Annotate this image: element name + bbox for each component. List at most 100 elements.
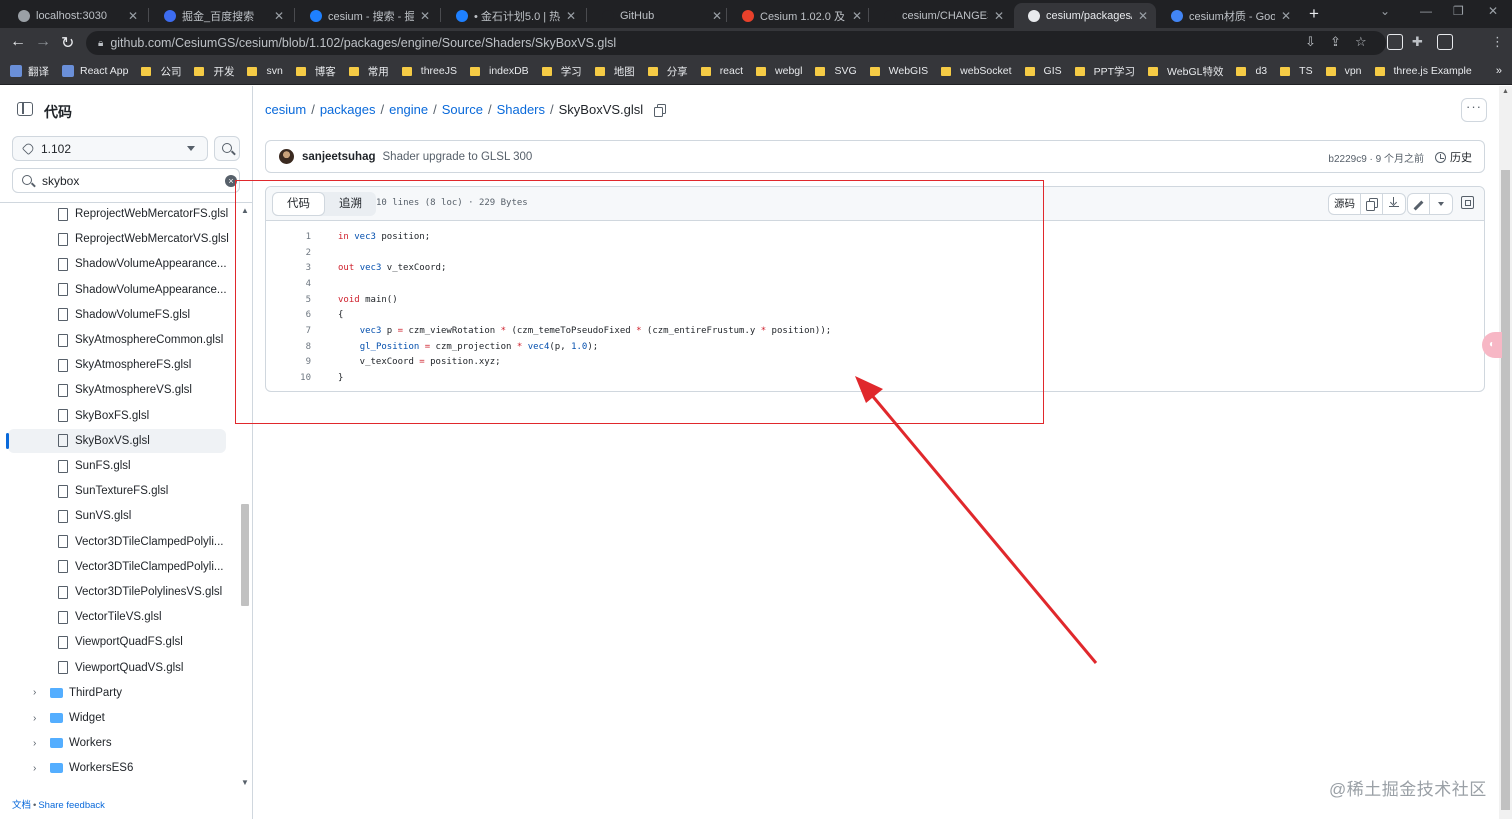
scroll-up-icon[interactable]: ▲ [1502,88,1509,95]
tree-folder[interactable]: › Widget [8,706,226,730]
tree-file[interactable]: SkyAtmosphereCommon.glsl [8,328,226,352]
browser-tab[interactable]: 掘金_百度搜索 ✕ [150,3,292,28]
close-tab-icon[interactable]: ✕ [566,9,576,23]
bookmark-item[interactable]: indexDB [469,65,529,77]
tree-file[interactable]: SkyBoxVS.glsl [6,428,226,453]
breadcrumb-link[interactable]: cesium [265,102,306,117]
bookmark-item[interactable]: 翻译 [10,64,49,79]
chevron-right-icon[interactable]: › [33,738,43,749]
close-tab-icon[interactable]: ✕ [994,9,1004,23]
bookmark-item[interactable]: PPT学习 [1074,64,1135,79]
close-window-icon[interactable]: ✕ [1488,4,1498,18]
extension-icon[interactable] [1387,34,1403,50]
bookmark-item[interactable]: react [700,65,743,77]
bookmark-item[interactable]: WebGIS [869,65,928,77]
tree-file[interactable]: SunFS.glsl [8,454,226,478]
url-text[interactable]: github.com/CesiumGS/cesium/blob/1.102/pa… [110,36,616,50]
tree-file[interactable]: ShadowVolumeAppearance... [8,278,227,302]
file-filter-input[interactable]: skybox × [12,168,240,193]
search-button[interactable] [214,136,240,161]
reload-icon[interactable]: ↻ [61,33,74,53]
chevron-right-icon[interactable]: › [33,687,43,698]
minimize-icon[interactable]: — [1420,4,1432,18]
close-tab-icon[interactable]: ✕ [128,9,138,23]
tree-file[interactable]: SkyBoxFS.glsl [8,404,226,428]
browser-tab[interactable]: GitHub ✕ [588,3,730,28]
bookmark-item[interactable]: webgl [756,65,802,77]
bookmark-item[interactable]: webSocket [941,65,1012,77]
commit-author[interactable]: sanjeetsuhag [302,151,376,163]
tree-file[interactable]: ReprojectWebMercatorVS.glsl [8,227,229,251]
close-tab-icon[interactable]: ✕ [852,9,862,23]
omnibox[interactable]: 🔒︎ github.com/CesiumGS/cesium/blob/1.102… [86,31,1386,55]
forward-icon[interactable]: → [35,33,51,51]
bookmark-item[interactable]: 常用 [348,64,389,79]
bookmark-item[interactable]: React App [62,65,128,77]
share-icon[interactable]: ⇪ [1330,34,1341,50]
commit-message[interactable]: Shader upgrade to GLSL 300 [383,151,533,163]
close-tab-icon[interactable]: ✕ [274,9,284,23]
close-tab-icon[interactable]: ✕ [712,9,722,23]
bookmarks-more[interactable]: » [1496,65,1502,77]
copy-path-icon[interactable] [654,103,667,117]
scroll-down-icon[interactable]: ▼ [241,778,249,787]
breadcrumb-link[interactable]: packages [320,102,376,117]
tree-file[interactable]: SkyAtmosphereVS.glsl [8,378,226,402]
bookmark-item[interactable]: 地图 [594,64,635,79]
tree-file[interactable]: ViewportQuadVS.glsl [8,656,226,680]
breadcrumb-link[interactable]: engine [389,102,428,117]
tree-file[interactable]: SunVS.glsl [8,504,226,528]
scroll-thumb[interactable] [1501,170,1510,810]
tree-folder[interactable]: › ThirdParty [8,681,226,705]
bookmark-item[interactable]: 开发 [194,64,234,79]
bookmark-item[interactable]: 博客 [295,64,336,79]
tab-search-icon[interactable]: ⌄ [1380,4,1390,18]
bookmark-item[interactable]: 分享 [647,64,688,79]
share-feedback-link[interactable]: Share feedback [38,800,105,811]
browser-tab[interactable]: cesium/packages/e ✕ [1014,3,1156,28]
browser-tab[interactable]: cesium材质 - Googl ✕ [1157,3,1299,28]
bookmark-item[interactable]: 学习 [541,64,582,79]
tree-file[interactable]: ShadowVolumeFS.glsl [8,303,226,327]
close-tab-icon[interactable]: ✕ [420,9,430,23]
tree-folder[interactable]: › WorkersES6 [8,756,226,780]
tree-file[interactable]: Vector3DTilePolylinesVS.glsl [8,580,226,604]
tree-file[interactable]: ReprojectWebMercatorFS.glsl [8,202,228,226]
chevron-right-icon[interactable]: › [33,713,43,724]
branch-selector[interactable]: 1.102 [12,136,208,161]
edit-button[interactable] [1408,194,1430,214]
tree-file[interactable]: ViewportQuadFS.glsl [8,630,226,654]
bookmark-item[interactable]: GIS [1024,65,1062,77]
chevron-right-icon[interactable]: › [33,763,43,774]
tree-folder[interactable]: › Workers [8,731,226,755]
browser-tab[interactable]: cesium - 搜索 - 掘金 ✕ [296,3,438,28]
page-scrollbar[interactable]: ▲ [1499,86,1512,819]
new-tab-button[interactable]: + [1309,4,1319,24]
symbols-panel-icon[interactable] [1461,196,1474,209]
bookmark-item[interactable]: threeJS [401,65,457,77]
avatar[interactable] [279,149,294,164]
back-icon[interactable]: ← [10,33,26,51]
bookmark-item[interactable]: SVG [815,65,857,77]
tree-file[interactable]: SkyAtmosphereFS.glsl [8,353,226,377]
browser-tab[interactable]: cesium/CHANGES.m ✕ [870,3,1012,28]
copy-raw-button[interactable] [1361,194,1383,214]
docs-link[interactable]: 文档 [12,800,31,811]
tree-file[interactable]: ShadowVolumeAppearance... [8,252,227,276]
raw-button[interactable]: 源码 [1329,194,1361,214]
scroll-thumb[interactable] [241,504,249,606]
side-panel-icon[interactable] [1437,34,1453,50]
more-options-button[interactable]: ··· [1461,98,1487,122]
restore-icon[interactable]: ❐ [1453,4,1464,18]
bookmark-item[interactable]: vpn [1325,65,1362,77]
bookmark-star-icon[interactable]: ☆ [1355,34,1367,50]
menu-icon[interactable]: ⋮ [1491,34,1504,50]
browser-tab[interactable]: localhost:3030 ✕ [4,3,146,28]
browser-tab[interactable]: Cesium 1.02.0 及以上 ✕ [728,3,870,28]
tree-file[interactable]: VectorTileVS.glsl [8,605,226,629]
install-icon[interactable]: ⇩ [1305,34,1316,50]
close-tab-icon[interactable]: ✕ [1281,9,1291,23]
bookmark-item[interactable]: svn [247,65,283,77]
browser-tab[interactable]: • 金石计划5.0 | 热超 ✕ [442,3,584,28]
bookmark-item[interactable]: WebGL特效 [1148,64,1223,79]
